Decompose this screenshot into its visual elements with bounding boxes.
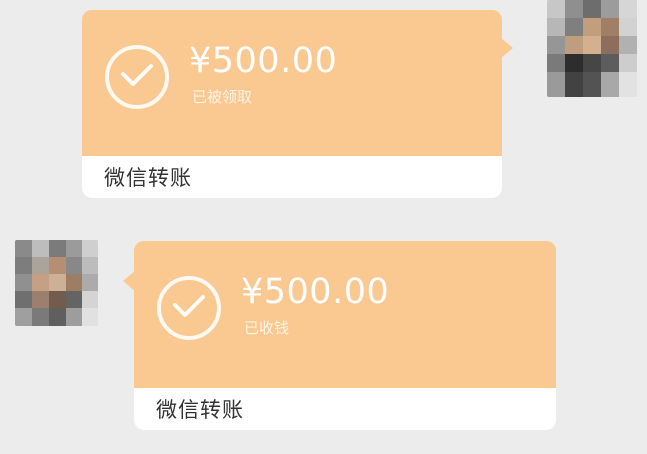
- avatar-pixel: [49, 274, 66, 291]
- avatar-pixel: [49, 308, 66, 326]
- avatar-pixel: [601, 36, 619, 54]
- avatar-pixel: [66, 257, 82, 274]
- avatar-pixel: [565, 36, 583, 54]
- avatar-pixel: [66, 240, 82, 257]
- avatar-pixel: [583, 72, 601, 97]
- avatar-pixel: [15, 291, 32, 308]
- transfer-footer-label: 微信转账: [104, 166, 192, 190]
- avatar-pixel: [15, 274, 32, 291]
- transfer-footer: 微信转账: [134, 388, 556, 430]
- avatar-pixel: [32, 240, 49, 257]
- avatar-pixel: [82, 257, 98, 274]
- check-icon: [173, 295, 205, 317]
- avatar-pixel: [15, 257, 32, 274]
- avatar-pixel: [565, 0, 583, 18]
- avatar-pixel: [66, 308, 82, 326]
- transfer-footer-label: 微信转账: [156, 398, 244, 422]
- check-icon: [121, 64, 153, 86]
- avatar-pixel: [15, 240, 32, 257]
- recipient-avatar[interactable]: [15, 240, 98, 326]
- transfer-card[interactable]: ¥500.00 已收钱 微信转账: [134, 241, 556, 430]
- avatar-pixel: [565, 18, 583, 36]
- avatar-pixel: [619, 18, 637, 36]
- transfer-card-top: ¥500.00 已被领取: [82, 10, 502, 156]
- avatar-pixel: [547, 0, 565, 18]
- avatar-pixel: [32, 257, 49, 274]
- avatar-pixel: [82, 240, 98, 257]
- avatar-pixel: [619, 0, 637, 18]
- transfer-amount: ¥500.00: [189, 41, 338, 81]
- avatar-pixel: [15, 308, 32, 326]
- sender-avatar[interactable]: [547, 0, 637, 97]
- avatar-pixel: [49, 240, 66, 257]
- avatar-pixel: [32, 308, 49, 326]
- avatar-pixel: [32, 291, 49, 308]
- avatar-pixel: [619, 54, 637, 72]
- transfer-status: 已被领取: [192, 88, 253, 106]
- avatar-pixel: [601, 0, 619, 18]
- transfer-amount: ¥500.00: [241, 272, 390, 312]
- avatar-pixel: [565, 54, 583, 72]
- transfer-footer: 微信转账: [82, 156, 502, 198]
- avatar-pixel: [547, 54, 565, 72]
- transfer-card[interactable]: ¥500.00 已被领取 微信转账: [82, 10, 502, 198]
- avatar-pixel: [82, 274, 98, 291]
- avatar-pixel: [49, 257, 66, 274]
- transfer-status: 已收钱: [244, 319, 290, 337]
- avatar-pixel: [601, 72, 619, 97]
- avatar-pixel: [619, 72, 637, 97]
- avatar-pixel: [82, 291, 98, 308]
- avatar-pixel: [547, 18, 565, 36]
- avatar-pixel: [565, 72, 583, 97]
- message-tail: [501, 38, 513, 58]
- check-circle-icon: [105, 45, 169, 109]
- avatar-pixel: [583, 54, 601, 72]
- avatar-pixel: [49, 291, 66, 308]
- avatar-pixel: [547, 36, 565, 54]
- avatar-pixel: [82, 308, 98, 326]
- avatar-pixel: [32, 274, 49, 291]
- avatar-pixel: [583, 36, 601, 54]
- avatar-pixel: [583, 18, 601, 36]
- avatar-pixel: [66, 274, 82, 291]
- avatar-pixel: [601, 54, 619, 72]
- avatar-pixel: [583, 0, 601, 18]
- avatar-pixel: [619, 36, 637, 54]
- avatar-pixel: [547, 72, 565, 97]
- transfer-card-top: ¥500.00 已收钱: [134, 241, 556, 387]
- avatar-pixel: [601, 18, 619, 36]
- avatar-pixel: [66, 291, 82, 308]
- check-circle-icon: [157, 276, 221, 340]
